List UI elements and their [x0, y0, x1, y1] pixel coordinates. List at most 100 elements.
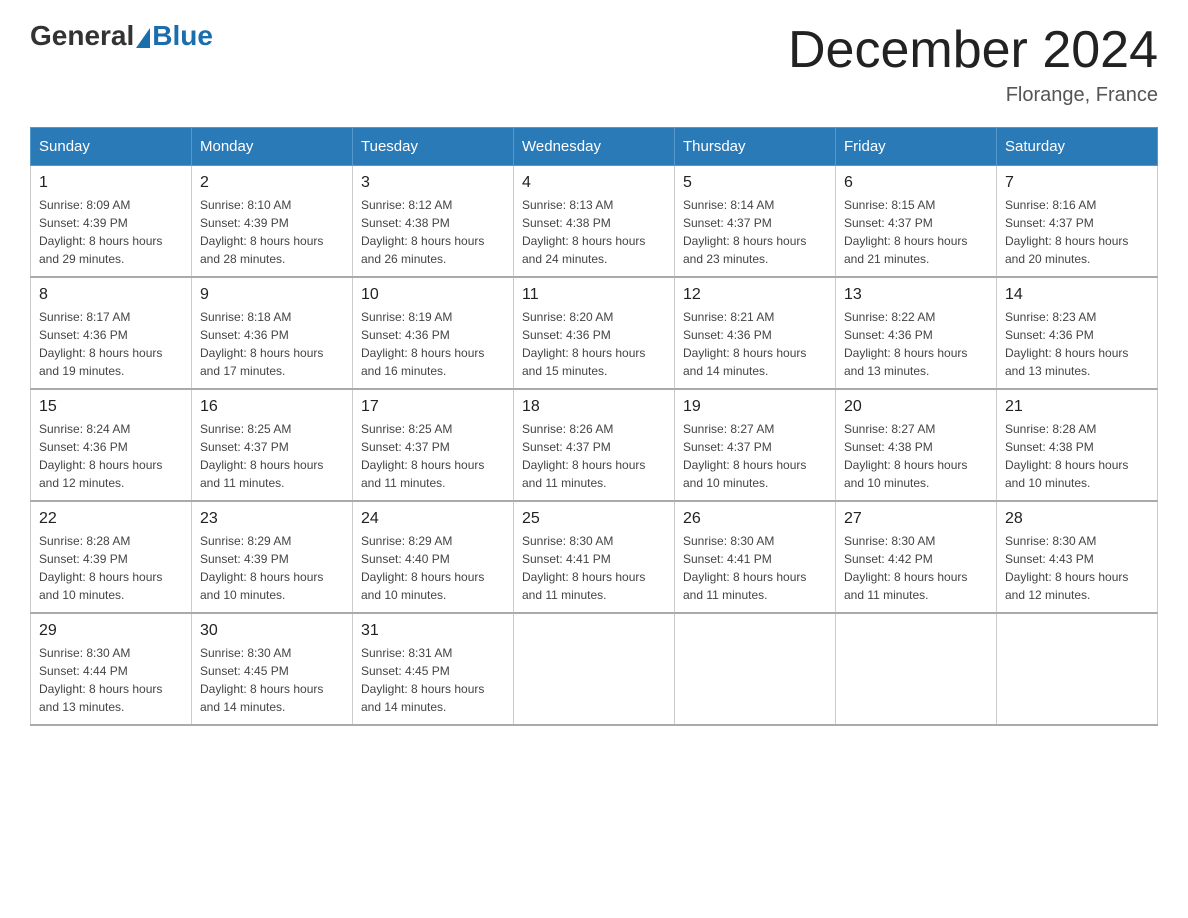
day-info: Sunrise: 8:14 AMSunset: 4:37 PMDaylight:…	[683, 196, 827, 268]
calendar-cell	[514, 613, 675, 725]
day-number: 1	[39, 174, 183, 192]
day-number: 4	[522, 174, 666, 192]
day-info: Sunrise: 8:21 AMSunset: 4:36 PMDaylight:…	[683, 308, 827, 380]
day-info: Sunrise: 8:29 AMSunset: 4:40 PMDaylight:…	[361, 532, 505, 604]
calendar-cell: 22Sunrise: 8:28 AMSunset: 4:39 PMDayligh…	[31, 501, 192, 613]
day-info: Sunrise: 8:13 AMSunset: 4:38 PMDaylight:…	[522, 196, 666, 268]
day-number: 28	[1005, 510, 1149, 528]
title-block: December 2024 Florange, France	[788, 20, 1158, 107]
calendar-week-row: 15 Sunrise: 8:24 AMSunset: 4:36 PMDayligh…	[31, 389, 1158, 501]
day-number: 13	[844, 286, 988, 304]
day-info: Sunrise: 8:30 AMSunset: 4:44 PMDaylight:…	[39, 644, 183, 716]
calendar-week-row: 22Sunrise: 8:28 AMSunset: 4:39 PMDayligh…	[31, 501, 1158, 613]
day-info: Sunrise: 8:25 AMSunset: 4:37 PMDaylight:…	[361, 420, 505, 492]
day-info: Sunrise: 8:17 AMSunset: 4:36 PMDaylight:…	[39, 308, 183, 380]
calendar-week-row: 8 Sunrise: 8:17 AMSunset: 4:36 PMDaylight…	[31, 277, 1158, 389]
day-number: 19	[683, 398, 827, 416]
day-number: 23	[200, 510, 344, 528]
calendar-cell: 30 Sunrise: 8:30 AMSunset: 4:45 PMDayligh…	[192, 613, 353, 725]
page-title: December 2024	[788, 20, 1158, 80]
calendar-cell: 25 Sunrise: 8:30 AMSunset: 4:41 PMDayligh…	[514, 501, 675, 613]
day-number: 5	[683, 174, 827, 192]
day-number: 8	[39, 286, 183, 304]
day-number: 30	[200, 622, 344, 640]
day-number: 21	[1005, 398, 1149, 416]
day-info: Sunrise: 8:24 AMSunset: 4:36 PMDaylight:…	[39, 420, 183, 492]
day-number: 10	[361, 286, 505, 304]
calendar-cell: 1Sunrise: 8:09 AMSunset: 4:39 PMDaylight…	[31, 166, 192, 278]
day-info: Sunrise: 8:10 AMSunset: 4:39 PMDaylight:…	[200, 196, 344, 268]
day-number: 6	[844, 174, 988, 192]
calendar-table: SundayMondayTuesdayWednesdayThursdayFrid…	[30, 127, 1158, 726]
col-header-monday: Monday	[192, 128, 353, 166]
day-number: 22	[39, 510, 183, 528]
calendar-cell: 14 Sunrise: 8:23 AMSunset: 4:36 PMDayligh…	[997, 277, 1158, 389]
day-number: 3	[361, 174, 505, 192]
calendar-cell	[836, 613, 997, 725]
day-number: 11	[522, 286, 666, 304]
calendar-cell	[997, 613, 1158, 725]
calendar-cell: 20Sunrise: 8:27 AMSunset: 4:38 PMDayligh…	[836, 389, 997, 501]
logo-blue-text: Blue	[152, 20, 213, 52]
calendar-week-row: 29Sunrise: 8:30 AMSunset: 4:44 PMDayligh…	[31, 613, 1158, 725]
calendar-cell: 28Sunrise: 8:30 AMSunset: 4:43 PMDayligh…	[997, 501, 1158, 613]
day-number: 27	[844, 510, 988, 528]
day-number: 2	[200, 174, 344, 192]
calendar-header-row: SundayMondayTuesdayWednesdayThursdayFrid…	[31, 128, 1158, 166]
logo: General Blue	[30, 20, 213, 52]
col-header-saturday: Saturday	[997, 128, 1158, 166]
day-number: 15	[39, 398, 183, 416]
calendar-cell: 7Sunrise: 8:16 AMSunset: 4:37 PMDaylight…	[997, 166, 1158, 278]
day-number: 18	[522, 398, 666, 416]
calendar-week-row: 1Sunrise: 8:09 AMSunset: 4:39 PMDaylight…	[31, 166, 1158, 278]
calendar-cell: 4 Sunrise: 8:13 AMSunset: 4:38 PMDaylight…	[514, 166, 675, 278]
day-info: Sunrise: 8:28 AMSunset: 4:38 PMDaylight:…	[1005, 420, 1149, 492]
page-header: General Blue December 2024 Florange, Fra…	[30, 20, 1158, 107]
calendar-cell: 2 Sunrise: 8:10 AMSunset: 4:39 PMDaylight…	[192, 166, 353, 278]
calendar-cell: 3 Sunrise: 8:12 AMSunset: 4:38 PMDaylight…	[353, 166, 514, 278]
day-info: Sunrise: 8:12 AMSunset: 4:38 PMDaylight:…	[361, 196, 505, 268]
col-header-thursday: Thursday	[675, 128, 836, 166]
calendar-cell: 24 Sunrise: 8:29 AMSunset: 4:40 PMDayligh…	[353, 501, 514, 613]
day-number: 17	[361, 398, 505, 416]
day-info: Sunrise: 8:30 AMSunset: 4:41 PMDaylight:…	[683, 532, 827, 604]
logo-general-text: General	[30, 20, 134, 52]
calendar-cell: 31 Sunrise: 8:31 AMSunset: 4:45 PMDayligh…	[353, 613, 514, 725]
day-info: Sunrise: 8:30 AMSunset: 4:41 PMDaylight:…	[522, 532, 666, 604]
day-info: Sunrise: 8:31 AMSunset: 4:45 PMDaylight:…	[361, 644, 505, 716]
calendar-cell: 9Sunrise: 8:18 AMSunset: 4:36 PMDaylight…	[192, 277, 353, 389]
day-info: Sunrise: 8:27 AMSunset: 4:37 PMDaylight:…	[683, 420, 827, 492]
calendar-cell: 26 Sunrise: 8:30 AMSunset: 4:41 PMDayligh…	[675, 501, 836, 613]
day-info: Sunrise: 8:30 AMSunset: 4:42 PMDaylight:…	[844, 532, 988, 604]
day-number: 26	[683, 510, 827, 528]
calendar-cell: 17 Sunrise: 8:25 AMSunset: 4:37 PMDayligh…	[353, 389, 514, 501]
calendar-cell: 15 Sunrise: 8:24 AMSunset: 4:36 PMDayligh…	[31, 389, 192, 501]
calendar-cell: 12Sunrise: 8:21 AMSunset: 4:36 PMDayligh…	[675, 277, 836, 389]
calendar-cell: 29Sunrise: 8:30 AMSunset: 4:44 PMDayligh…	[31, 613, 192, 725]
day-info: Sunrise: 8:16 AMSunset: 4:37 PMDaylight:…	[1005, 196, 1149, 268]
calendar-cell: 21 Sunrise: 8:28 AMSunset: 4:38 PMDayligh…	[997, 389, 1158, 501]
day-info: Sunrise: 8:25 AMSunset: 4:37 PMDaylight:…	[200, 420, 344, 492]
day-info: Sunrise: 8:27 AMSunset: 4:38 PMDaylight:…	[844, 420, 988, 492]
calendar-cell: 18 Sunrise: 8:26 AMSunset: 4:37 PMDayligh…	[514, 389, 675, 501]
day-info: Sunrise: 8:23 AMSunset: 4:36 PMDaylight:…	[1005, 308, 1149, 380]
calendar-cell	[675, 613, 836, 725]
day-info: Sunrise: 8:30 AMSunset: 4:45 PMDaylight:…	[200, 644, 344, 716]
day-number: 25	[522, 510, 666, 528]
calendar-cell: 23 Sunrise: 8:29 AMSunset: 4:39 PMDayligh…	[192, 501, 353, 613]
calendar-cell: 16 Sunrise: 8:25 AMSunset: 4:37 PMDayligh…	[192, 389, 353, 501]
col-header-wednesday: Wednesday	[514, 128, 675, 166]
day-info: Sunrise: 8:18 AMSunset: 4:36 PMDaylight:…	[200, 308, 344, 380]
calendar-cell: 6Sunrise: 8:15 AMSunset: 4:37 PMDaylight…	[836, 166, 997, 278]
day-number: 31	[361, 622, 505, 640]
calendar-cell: 13Sunrise: 8:22 AMSunset: 4:36 PMDayligh…	[836, 277, 997, 389]
day-info: Sunrise: 8:29 AMSunset: 4:39 PMDaylight:…	[200, 532, 344, 604]
day-number: 16	[200, 398, 344, 416]
day-info: Sunrise: 8:20 AMSunset: 4:36 PMDaylight:…	[522, 308, 666, 380]
calendar-cell: 10Sunrise: 8:19 AMSunset: 4:36 PMDayligh…	[353, 277, 514, 389]
day-number: 24	[361, 510, 505, 528]
logo-triangle-icon	[136, 28, 150, 48]
col-header-tuesday: Tuesday	[353, 128, 514, 166]
day-info: Sunrise: 8:26 AMSunset: 4:37 PMDaylight:…	[522, 420, 666, 492]
day-number: 14	[1005, 286, 1149, 304]
